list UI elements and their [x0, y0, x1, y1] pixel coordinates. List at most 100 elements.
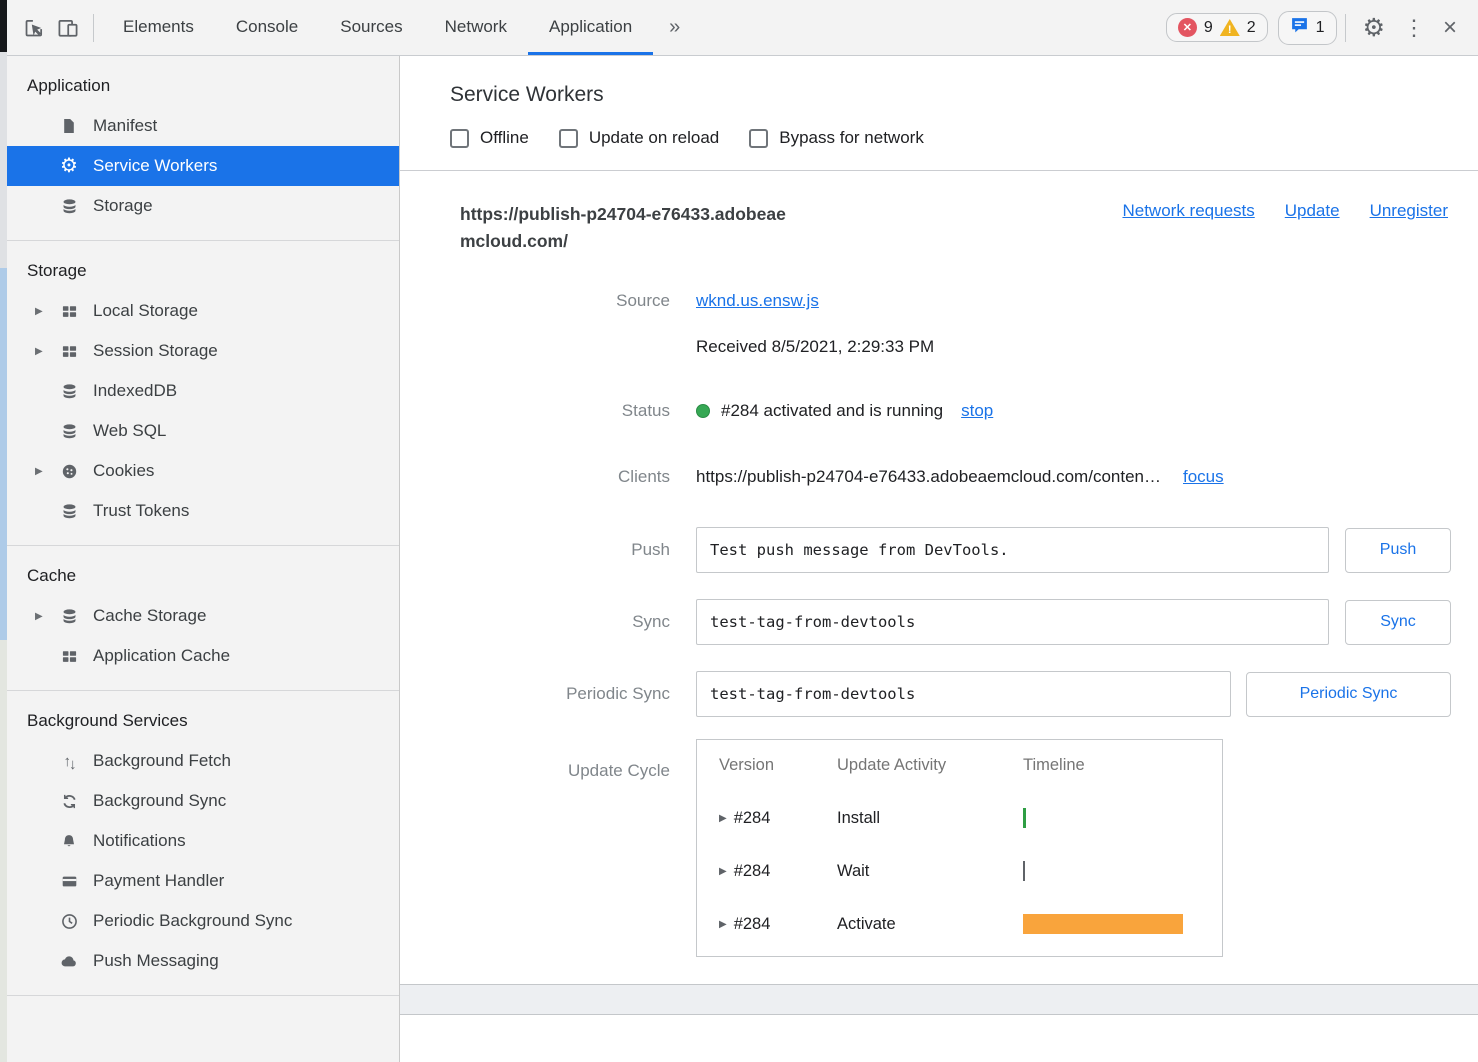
sidebar-item-label: Manifest: [93, 116, 157, 136]
sidebar-item-trust-tokens[interactable]: ▶ Trust Tokens: [7, 491, 399, 531]
timeline-activate-bar: [1023, 914, 1183, 934]
tab-console[interactable]: Console: [215, 0, 319, 55]
checkbox-label: Bypass for network: [779, 128, 924, 148]
devtools-content: Application ▶ Manifest ▶ ⚙ Service Worke…: [7, 56, 1478, 1062]
offline-checkbox[interactable]: [450, 129, 469, 148]
sidebar-item-cache-storage[interactable]: ▶ Cache Storage: [7, 596, 399, 636]
sidebar-item-label: Cookies: [93, 461, 154, 481]
periodic-sync-label: Periodic Sync: [400, 684, 696, 704]
sidebar-item-notifications[interactable]: ▶ Notifications: [7, 821, 399, 861]
received-row: Received 8/5/2021, 2:29:33 PM: [400, 337, 1478, 357]
unregister-link[interactable]: Unregister: [1370, 201, 1448, 221]
periodic-sync-tag-input[interactable]: [696, 671, 1231, 717]
document-icon: [57, 117, 81, 135]
version-cell: #284: [734, 809, 771, 828]
push-label: Push: [400, 540, 696, 560]
periodic-sync-button[interactable]: Periodic Sync: [1246, 672, 1451, 717]
tab-sources[interactable]: Sources: [319, 0, 423, 55]
kebab-menu-icon[interactable]: ⋮: [1394, 15, 1434, 41]
update-cycle-header: Version Update Activity Timeline: [719, 756, 1222, 775]
table-icon: [57, 303, 81, 320]
sidebar-item-label: IndexedDB: [93, 381, 177, 401]
application-sidebar: Application ▶ Manifest ▶ ⚙ Service Worke…: [7, 56, 400, 1062]
sidebar-item-label: Session Storage: [93, 341, 218, 361]
section-title: Storage: [27, 261, 399, 281]
service-workers-panel: Service Workers Offline Update on reload…: [400, 56, 1478, 1062]
expand-arrow-icon[interactable]: ▶: [719, 813, 727, 824]
gear-icon: ⚙: [57, 156, 81, 176]
sidebar-item-label: Web SQL: [93, 421, 166, 441]
issues-message-badge[interactable]: 1: [1278, 11, 1337, 45]
sidebar-item-periodic-background-sync[interactable]: ▶ Periodic Background Sync: [7, 901, 399, 941]
sidebar-item-label: Notifications: [93, 831, 186, 851]
bell-icon: [57, 833, 81, 850]
stop-link[interactable]: stop: [961, 401, 993, 421]
bypass-for-network-checkbox-group: Bypass for network: [749, 128, 924, 148]
expand-arrow-icon[interactable]: ▶: [35, 306, 57, 317]
device-toolbar-icon[interactable]: [51, 11, 85, 45]
expand-arrow-icon[interactable]: ▶: [719, 866, 727, 877]
tab-elements[interactable]: Elements: [102, 0, 215, 55]
sidebar-item-indexeddb[interactable]: ▶ IndexedDB: [7, 371, 399, 411]
sidebar-item-service-workers[interactable]: ▶ ⚙ Service Workers: [7, 146, 399, 186]
database-icon: [57, 608, 81, 625]
close-devtools-icon[interactable]: ×: [1434, 14, 1466, 42]
network-requests-link[interactable]: Network requests: [1122, 201, 1254, 221]
sidebar-item-label: Local Storage: [93, 301, 198, 321]
push-button[interactable]: Push: [1345, 528, 1451, 573]
sidebar-item-web-sql[interactable]: ▶ Web SQL: [7, 411, 399, 451]
client-url: https://publish-p24704-e76433.adobeaemcl…: [696, 467, 1161, 487]
expand-arrow-icon[interactable]: ▶: [35, 346, 57, 357]
error-icon: ✕: [1178, 18, 1197, 37]
sync-tag-input[interactable]: [696, 599, 1329, 645]
sidebar-item-session-storage[interactable]: ▶ Session Storage: [7, 331, 399, 371]
toolbar-divider: [93, 14, 94, 42]
sidebar-item-background-sync[interactable]: ▶ Background Sync: [7, 781, 399, 821]
push-message-input[interactable]: [696, 527, 1329, 573]
sync-button[interactable]: Sync: [1345, 600, 1451, 645]
sidebar-item-manifest[interactable]: ▶ Manifest: [7, 106, 399, 146]
expand-arrow-icon[interactable]: ▶: [719, 919, 727, 930]
source-file-link[interactable]: wknd.us.ensw.js: [696, 291, 819, 311]
more-tabs-icon[interactable]: »: [653, 16, 696, 39]
update-link[interactable]: Update: [1285, 201, 1340, 221]
database-icon: [57, 503, 81, 520]
errors-warnings-badge[interactable]: ✕ 9 ! 2: [1166, 13, 1268, 42]
sync-icon: [57, 793, 81, 810]
sidebar-item-label: Background Fetch: [93, 751, 231, 771]
expand-arrow-icon[interactable]: ▶: [35, 611, 57, 622]
inspect-element-icon[interactable]: [17, 11, 51, 45]
tab-network[interactable]: Network: [424, 0, 528, 55]
sidebar-item-background-fetch[interactable]: ▶ ↑↓ Background Fetch: [7, 741, 399, 781]
toolbar-right-cluster: ✕ 9 ! 2 1 ⚙ ⋮: [1156, 11, 1470, 45]
sidebar-item-label: Background Sync: [93, 791, 226, 811]
update-cycle-table: Version Update Activity Timeline ▶ #284: [696, 739, 1223, 957]
bypass-for-network-checkbox[interactable]: [749, 129, 768, 148]
database-icon: [57, 383, 81, 400]
cloud-icon: [57, 953, 81, 970]
sync-label: Sync: [400, 612, 696, 632]
sidebar-item-cookies[interactable]: ▶ Cookies: [7, 451, 399, 491]
source-label: Source: [400, 291, 696, 311]
tab-application[interactable]: Application: [528, 0, 653, 55]
settings-gear-icon[interactable]: ⚙: [1354, 13, 1394, 43]
payment-card-icon: [57, 873, 81, 890]
sidebar-item-label: Cache Storage: [93, 606, 206, 626]
received-timestamp: Received 8/5/2021, 2:29:33 PM: [696, 337, 1478, 357]
worker-action-links: Network requests Update Unregister: [1122, 201, 1448, 221]
focus-link[interactable]: focus: [1183, 467, 1224, 487]
page-title: Service Workers: [450, 83, 1478, 107]
sidebar-item-storage[interactable]: ▶ Storage: [7, 186, 399, 226]
devtools-toolbar: Elements Console Sources Network Applica…: [7, 0, 1478, 56]
window-edge: [0, 0, 7, 1062]
sidebar-item-local-storage[interactable]: ▶ Local Storage: [7, 291, 399, 331]
expand-arrow-icon[interactable]: ▶: [35, 466, 57, 477]
message-bubble-icon: [1290, 16, 1309, 40]
sidebar-item-label: Push Messaging: [93, 951, 219, 971]
next-section-strip: [400, 984, 1478, 1015]
update-on-reload-checkbox[interactable]: [559, 129, 578, 148]
sidebar-item-payment-handler[interactable]: ▶ Payment Handler: [7, 861, 399, 901]
worker-origin-row: https://publish-p24704-e76433.adobeaemcl…: [460, 201, 1448, 255]
sidebar-item-application-cache[interactable]: ▶ Application Cache: [7, 636, 399, 676]
sidebar-item-push-messaging[interactable]: ▶ Push Messaging: [7, 941, 399, 981]
